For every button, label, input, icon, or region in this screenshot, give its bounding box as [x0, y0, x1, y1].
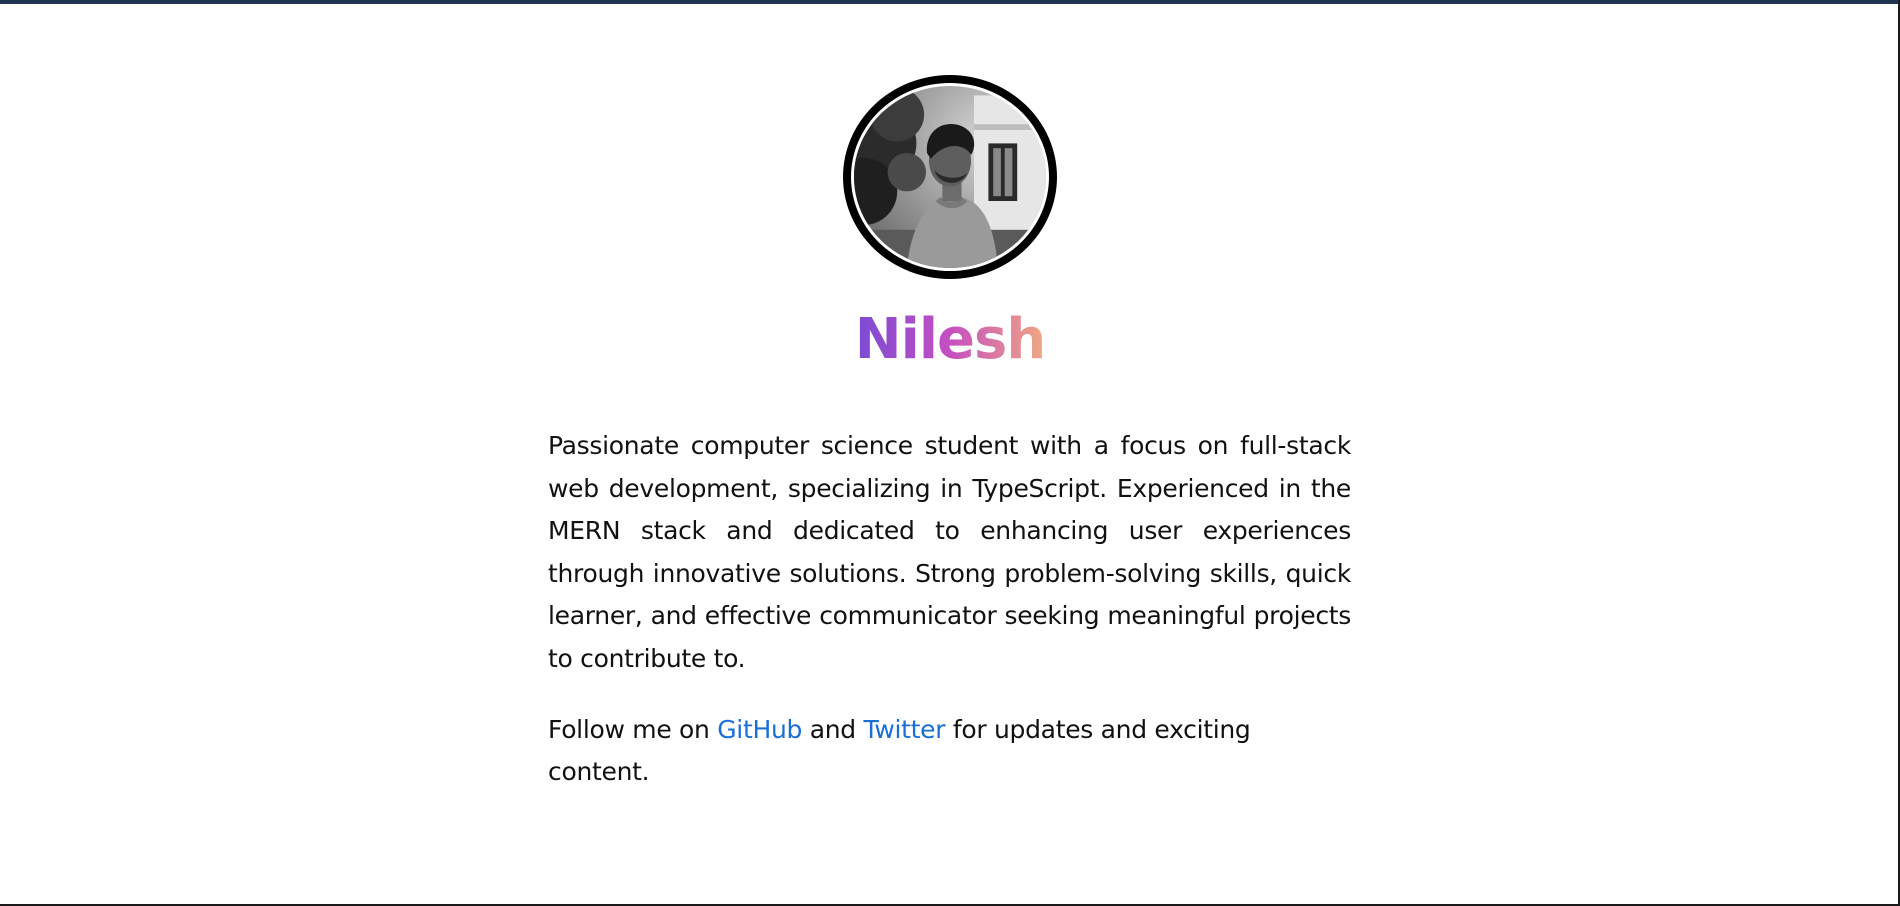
profile-name: Nilesh: [0, 300, 1900, 380]
profile-photo: [854, 86, 1046, 268]
top-accent-bar: [0, 0, 1900, 4]
about-section: Passionate computer science student with…: [548, 425, 1351, 794]
follow-connector: and: [802, 714, 864, 744]
profile-photo-image: [854, 86, 1046, 268]
follow-prefix: Follow me on: [548, 714, 718, 744]
profile-name-text: Nilesh: [854, 307, 1046, 372]
avatar: [843, 75, 1057, 279]
bio-paragraph: Passionate computer science student with…: [548, 431, 1351, 673]
github-link[interactable]: GitHub: [717, 715, 802, 744]
twitter-link[interactable]: Twitter: [864, 715, 946, 744]
follow-paragraph: Follow me on GitHub and Twitter for upda…: [548, 709, 1288, 794]
